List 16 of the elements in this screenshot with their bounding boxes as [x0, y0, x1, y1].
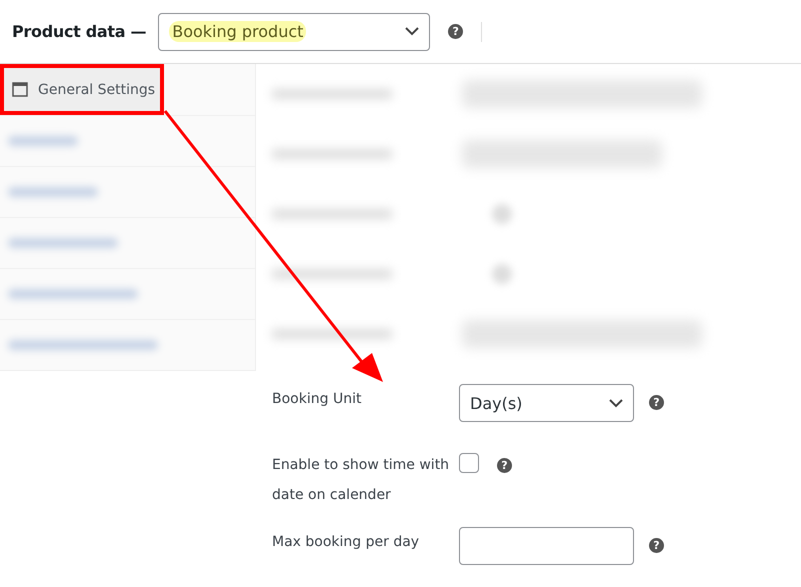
checkbox[interactable]: [459, 453, 479, 473]
booking-unit-select[interactable]: Day(s): [459, 384, 634, 422]
window-icon: [12, 82, 28, 97]
help-icon[interactable]: ?: [448, 24, 464, 39]
section-title: Product data —: [12, 22, 146, 41]
field-label: Max booking per day: [272, 533, 420, 552]
help-icon[interactable]: ?: [497, 458, 512, 473]
sidebar-tab[interactable]: General Settings: [0, 64, 164, 115]
help-icon[interactable]: ?: [649, 395, 664, 410]
caret-icon: [405, 27, 420, 36]
help-icon[interactable]: ?: [649, 538, 664, 553]
caret-icon: [609, 398, 623, 408]
input-field[interactable]: [459, 527, 634, 565]
field-label: Booking Unit: [272, 390, 362, 409]
product-type-select[interactable]: Booking product: [158, 12, 430, 50]
field-label: Enable to show time with date on calender: [272, 456, 450, 505]
